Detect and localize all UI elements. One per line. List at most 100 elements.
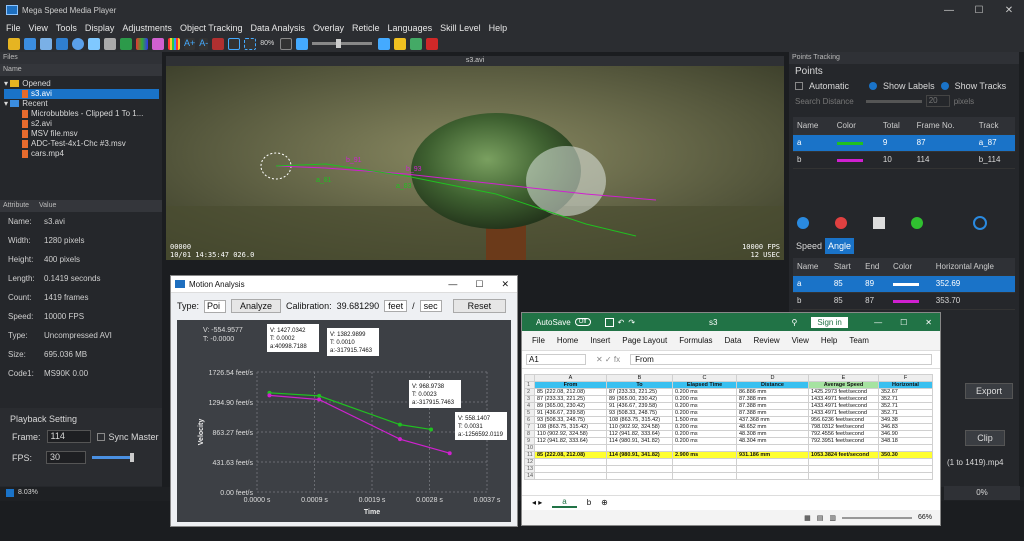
unit1-select[interactable]: feet <box>384 300 408 312</box>
name-box[interactable]: A1 <box>526 354 586 365</box>
tree-node-opened[interactable]: ▾ Opened <box>4 79 162 89</box>
palette-icon[interactable] <box>152 37 164 50</box>
save-icon[interactable] <box>24 37 36 50</box>
automatic-checkbox[interactable] <box>795 82 803 90</box>
add-track-icon[interactable] <box>911 217 923 229</box>
flip-icon[interactable] <box>104 37 116 50</box>
ribbon-tab-review[interactable]: Review <box>753 336 779 345</box>
table-row[interactable]: 13 <box>524 465 933 473</box>
ribbon-tab-help[interactable]: Help <box>821 336 837 345</box>
velocity-chart[interactable]: 1726.54 feet/s 1294.90 feet/s 863.27 feet/… <box>177 320 511 522</box>
sign-in-button[interactable]: Sign in <box>811 316 848 328</box>
frame-icon[interactable] <box>280 37 293 50</box>
font-decrease-icon[interactable]: A- <box>199 37 209 50</box>
menu-help[interactable]: Help <box>489 23 508 33</box>
tree-item-recent[interactable]: Microbubbles - Clipped 1 To 1... <box>4 109 162 119</box>
record-icon[interactable] <box>426 37 439 50</box>
ribbon-tab-home[interactable]: Home <box>557 336 578 345</box>
calibration-value[interactable]: 39.681290 <box>337 301 380 311</box>
reset-button[interactable]: Reset <box>452 299 507 313</box>
table-row[interactable]: 12 <box>524 458 933 466</box>
circle-tool-icon[interactable] <box>973 216 987 230</box>
menu-object-tracking[interactable]: Object Tracking <box>180 23 243 33</box>
cursor-icon[interactable] <box>394 37 407 50</box>
unit2-select[interactable]: sec <box>419 300 442 312</box>
table-row[interactable]: 5 91 (436.67, 239.58) 93 (508.33, 248.75) 0… <box>524 409 933 417</box>
video-viewer[interactable]: s3.avi b_91 b_93 a_81 a_83 00000 10/01 14… <box>166 56 784 260</box>
save-icon[interactable] <box>604 317 614 327</box>
sync-master-checkbox[interactable] <box>96 432 105 441</box>
tree-item-recent[interactable]: MSV file.msv <box>4 129 162 139</box>
analyze-button[interactable]: Analyze <box>231 299 282 313</box>
view-normal-icon[interactable]: ▦ <box>804 514 811 522</box>
table-row[interactable]: 3 87 (233.33, 221.25) 89 (365.00, 230.42) 0… <box>524 395 933 403</box>
tree-item-recent[interactable]: s2.avi <box>4 119 162 129</box>
autosave-toggle[interactable]: Off <box>574 318 591 326</box>
tree-item-recent[interactable]: ADC-Test-4x1-Chc #3.msv <box>4 139 162 149</box>
menu-file[interactable]: File <box>6 23 21 33</box>
crop-icon[interactable] <box>228 37 241 50</box>
cut-icon[interactable] <box>212 37 225 50</box>
ribbon-tab-formulas[interactable]: Formulas <box>679 336 712 345</box>
redo-icon[interactable]: ↷ <box>628 318 635 327</box>
play-start-icon[interactable] <box>296 37 309 50</box>
zoom-slider[interactable] <box>841 516 912 519</box>
search-distance-slider[interactable] <box>865 99 922 103</box>
minimize-button[interactable]: — <box>934 0 964 20</box>
formula-bar[interactable]: From <box>630 354 932 365</box>
type-select[interactable]: Poi <box>204 299 227 313</box>
ribbon-tab-team[interactable]: Team <box>849 336 869 345</box>
export-icon[interactable] <box>56 37 68 50</box>
table-row[interactable]: b 10 114 b_114 <box>793 151 1015 169</box>
table-row[interactable]: 6 93 (508.33, 248.75) 108 (863.75, 315.42)… <box>524 416 933 424</box>
sheet-tab-b[interactable]: b <box>587 498 591 507</box>
minimize-button[interactable]: — <box>874 318 882 327</box>
table-row[interactable]: b 85 87 353.70 <box>793 292 1015 310</box>
menu-adjustments[interactable]: Adjustments <box>122 23 172 33</box>
sheet-nav-icon[interactable]: ◂ ▸ <box>532 498 542 507</box>
search-distance-input[interactable]: 20 <box>925 95 950 107</box>
minimize-button[interactable]: — <box>448 279 457 290</box>
table-row[interactable]: 8 110 (902.92, 324.58) 112 (941.82, 333.64… <box>524 430 933 438</box>
menu-data-analysis[interactable]: Data Analysis <box>250 23 305 33</box>
histogram-icon[interactable] <box>168 37 180 50</box>
table-row[interactable]: 7 108 (863.75, 315.42) 110 (902.92, 324.58… <box>524 423 933 431</box>
table-row[interactable]: 4 89 (365.00, 230.42) 91 (436.67, 239.58) 0… <box>524 402 933 410</box>
play-end-icon[interactable] <box>378 37 391 50</box>
menu-skill-level[interactable]: Skill Level <box>440 23 481 33</box>
color-icon[interactable] <box>136 37 148 50</box>
add-sheet-icon[interactable]: ⊕ <box>601 498 608 507</box>
table-row[interactable]: 14 <box>524 472 933 480</box>
fps-select[interactable]: 30 <box>46 451 87 464</box>
chart-icon[interactable] <box>873 217 885 229</box>
clip-button[interactable]: Clip <box>965 430 1005 446</box>
search-icon[interactable]: ⚲ <box>791 318 797 327</box>
fps-slider[interactable] <box>92 453 135 462</box>
tree-item-opened[interactable]: s3.avi <box>4 89 159 99</box>
globe-icon[interactable] <box>72 37 84 50</box>
show-labels-radio[interactable] <box>869 82 878 90</box>
tree-node-recent[interactable]: ▾ Recent <box>4 99 162 109</box>
select-icon[interactable] <box>410 37 423 50</box>
rotate-icon[interactable] <box>88 37 100 50</box>
ribbon-tab-page-layout[interactable]: Page Layout <box>622 336 667 345</box>
zoom-fit-icon[interactable] <box>244 37 257 50</box>
undo-icon[interactable]: ↶ <box>618 318 625 327</box>
ribbon-tab-insert[interactable]: Insert <box>590 336 610 345</box>
table-row[interactable]: 11 85 (222.08, 212.08) 114 (980.91, 341.82… <box>524 451 933 459</box>
menu-languages[interactable]: Languages <box>388 23 433 33</box>
ribbon-tab-data[interactable]: Data <box>725 336 742 345</box>
font-increase-icon[interactable]: A+ <box>184 37 196 50</box>
table-row[interactable]: a 85 89 352.69 <box>793 275 1015 293</box>
close-button[interactable]: ✕ <box>994 0 1024 20</box>
tab-angle[interactable]: Angle <box>825 238 855 254</box>
maximize-button[interactable]: ☐ <box>900 318 907 327</box>
sheet-tab-a[interactable]: a <box>552 497 577 508</box>
tab-speed[interactable]: Speed <box>793 238 825 254</box>
table-row[interactable]: 2 85 (222.08, 212.08) 87 (233.33, 221.25) 0… <box>524 388 933 396</box>
remove-point-icon[interactable] <box>835 217 847 229</box>
tree-item-recent[interactable]: cars.mp4 <box>4 149 162 159</box>
open-folder-icon[interactable] <box>8 37 20 50</box>
ribbon-tab-file[interactable]: File <box>532 336 545 345</box>
maximize-button[interactable]: ☐ <box>475 279 483 290</box>
